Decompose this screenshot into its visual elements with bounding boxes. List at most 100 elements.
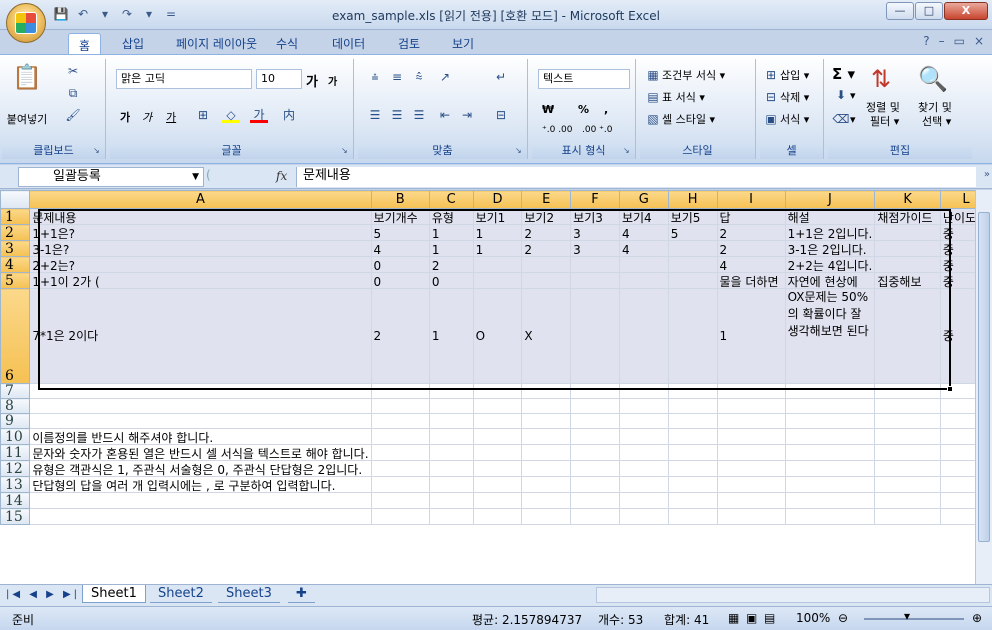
cell[interactable]: 문자와 숫자가 혼용된 열은 반드시 셀 서식을 텍스트로 해야 합니다. [29,444,372,461]
cell[interactable] [521,508,572,525]
clear-icon[interactable]: ⌫▾ [832,111,856,127]
tab-data[interactable]: 데이터 [332,35,365,52]
cell[interactable] [784,476,876,493]
cell[interactable]: 4 [618,224,669,241]
number-format-select[interactable]: 텍스트 [538,69,630,89]
align-top-icon[interactable]: ⩮ [366,69,384,85]
cell[interactable] [618,413,669,429]
cell[interactable] [667,288,718,384]
sort-filter-label-2[interactable]: 필터 ▾ [870,113,899,129]
cell[interactable] [428,428,474,445]
zoom-slider[interactable] [864,618,964,620]
tab-formulas[interactable]: 수식 [276,35,298,52]
format-cells-button[interactable]: ▣ 서식 ▾ [762,111,809,127]
cell[interactable]: 답 [716,208,786,225]
cell[interactable] [874,224,941,241]
cell[interactable]: 보기개수 [370,208,430,225]
align-left-icon[interactable]: ☰ [366,107,384,123]
cell[interactable] [874,428,941,445]
cell[interactable] [667,428,718,445]
cell[interactable]: 3-1은 2입니다. [784,240,876,257]
wrap-text-icon[interactable]: ↵ [492,69,510,85]
ribbon-restore-icon[interactable]: ▭ [954,34,965,48]
maximize-button[interactable]: □ [915,2,943,20]
font-color-icon[interactable]: 가 [250,107,268,123]
zoom-slider-thumb-icon[interactable]: ▾ [904,609,910,623]
cell[interactable] [472,460,523,477]
cell[interactable]: 해설 [784,208,876,225]
cell[interactable]: 5 [370,224,430,241]
cell[interactable] [29,492,372,509]
cell[interactable]: 유형 [428,208,474,225]
autosum-icon[interactable]: Σ ▾ [832,65,855,83]
align-right-icon[interactable]: ☰ [410,107,428,123]
cell[interactable] [472,272,523,289]
cell[interactable] [618,256,669,273]
cell[interactable] [428,460,474,477]
column-header[interactable]: C [428,190,474,209]
find-select-icon[interactable]: 🔍 [916,63,950,95]
tab-home[interactable]: 홈 [68,33,102,55]
cell[interactable] [370,492,430,509]
column-header[interactable]: D [472,190,523,209]
row-header[interactable]: 12 [0,460,31,477]
clipboard-launcher-icon[interactable]: ↘ [93,147,102,156]
row-header[interactable]: 14 [0,492,31,509]
cell[interactable] [29,508,372,525]
cell[interactable] [618,460,669,477]
column-header[interactable]: I [716,190,786,209]
name-box[interactable]: 일괄등록 ▼ [18,167,204,187]
cell[interactable] [521,428,572,445]
cell[interactable] [667,508,718,525]
view-page-layout-icon[interactable]: ▣ [746,611,757,625]
borders-icon[interactable]: ⊞ [194,107,212,123]
ribbon-close-icon[interactable]: × [974,34,984,48]
cell[interactable]: 1+1은? [29,224,372,241]
cell[interactable] [716,398,786,414]
row-header[interactable]: 5 [0,272,31,289]
row-header[interactable]: 10 [0,428,31,445]
cell[interactable] [370,428,430,445]
cell[interactable] [428,492,474,509]
cell[interactable]: 1 [428,288,474,384]
cell[interactable] [874,288,941,384]
cell[interactable] [570,256,620,273]
italic-button[interactable]: 가 [142,109,152,125]
copy-icon[interactable]: ⧉ [64,85,82,101]
cell[interactable] [29,383,372,399]
cell[interactable] [716,476,786,493]
column-header[interactable]: F [570,190,620,209]
cell[interactable] [570,508,620,525]
ribbon-minimize-icon[interactable]: – [939,34,945,48]
cell[interactable] [521,444,572,461]
align-bottom-icon[interactable]: ⩯ [410,69,428,85]
cell[interactable] [874,508,941,525]
sheet-tab-3[interactable]: Sheet3 [218,585,280,603]
cell[interactable] [472,398,523,414]
cell[interactable] [521,272,572,289]
cell[interactable] [570,444,620,461]
font-size-select[interactable]: 10 [256,69,302,89]
row-header[interactable]: 3 [0,240,31,257]
vertical-scrollbar[interactable] [975,190,992,584]
cell[interactable] [570,476,620,493]
cell[interactable] [618,428,669,445]
cell[interactable] [874,413,941,429]
cell[interactable]: 4 [618,240,669,257]
cell[interactable] [874,492,941,509]
cut-icon[interactable]: ✂ [64,63,82,79]
cell[interactable] [784,428,876,445]
cell[interactable] [29,398,372,414]
cell[interactable]: 2 [716,240,786,257]
cell[interactable]: 1 [428,224,474,241]
cell[interactable] [618,444,669,461]
cell[interactable]: 자연에 현상에 [784,272,876,289]
cell[interactable] [874,383,941,399]
cell[interactable] [784,413,876,429]
cell[interactable] [428,508,474,525]
select-all-corner[interactable] [0,190,31,209]
cell[interactable] [716,508,786,525]
cell[interactable]: 2 [428,256,474,273]
cell[interactable] [667,383,718,399]
column-header[interactable]: H [667,190,718,209]
